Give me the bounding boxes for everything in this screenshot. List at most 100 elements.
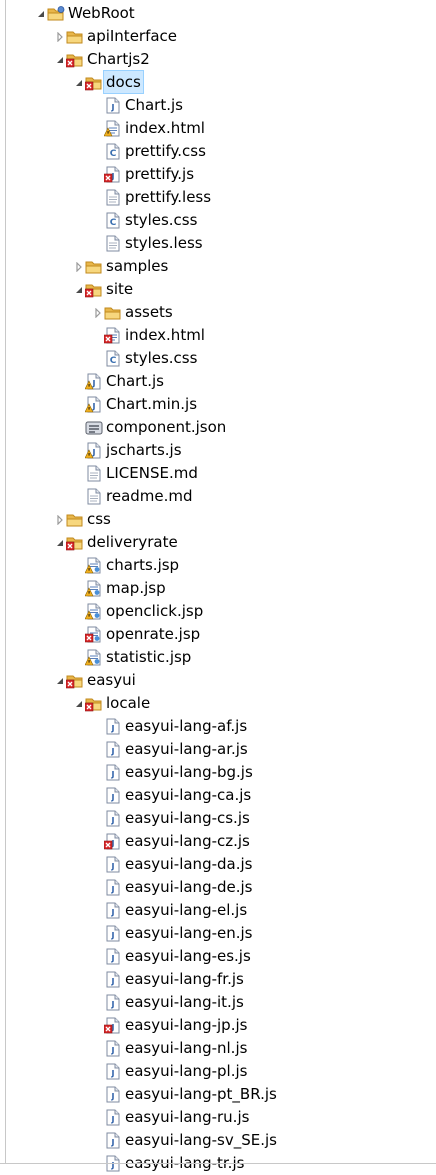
tree-item-label: easyui-lang-pl.js	[125, 1062, 248, 1080]
tree-item-label: easyui-lang-da.js	[125, 855, 253, 873]
tree-item-prettify-js[interactable]: J prettify.js	[0, 163, 436, 186]
tree-item-label: easyui-lang-en.js	[125, 924, 253, 942]
tree-item-charts-jsp[interactable]: charts.jsp	[0, 554, 436, 577]
tree-item-easyui-lang-cs-js[interactable]: Jeasyui-lang-cs.js	[0, 807, 436, 830]
tree-item-easyui-lang-nl-js[interactable]: Jeasyui-lang-nl.js	[0, 1037, 436, 1060]
javascript-file-icon: J	[104, 741, 122, 758]
tree-item-label: map.jsp	[106, 579, 166, 597]
tree-item-easyui-lang-ca-js[interactable]: Jeasyui-lang-ca.js	[0, 784, 436, 807]
tree-item-label: jscharts.js	[106, 441, 182, 459]
tree-item-chart-js[interactable]: J Chart.js	[0, 370, 436, 393]
tree-item-easyui-lang-de-js[interactable]: Jeasyui-lang-de.js	[0, 876, 436, 899]
javascript-file-error-icon: J	[104, 1017, 122, 1034]
text-file-icon	[104, 189, 122, 206]
tree-item-statistic-jsp[interactable]: statistic.jsp	[0, 646, 436, 669]
tree-item-chartjs2[interactable]: Chartjs2	[0, 48, 436, 71]
tree-item-label: styles.less	[125, 234, 203, 252]
folder-icon	[104, 304, 122, 321]
tree-item-easyui-lang-jp-js[interactable]: J easyui-lang-jp.js	[0, 1014, 436, 1037]
tree-item-docs[interactable]: docs	[0, 70, 436, 94]
tree-item-label: prettify.less	[125, 188, 212, 206]
javascript-file-icon: J	[104, 1109, 122, 1126]
tree-item-locale[interactable]: locale	[0, 692, 436, 715]
tree-item-easyui[interactable]: easyui	[0, 669, 436, 692]
tree-item-label: statistic.jsp	[106, 648, 192, 666]
expanded-arrow-icon[interactable]	[55, 55, 65, 65]
tree-item-site[interactable]: site	[0, 278, 436, 301]
tree-item-component-json[interactable]: component.json	[0, 416, 436, 439]
tree-item-label: easyui-lang-de.js	[125, 878, 253, 896]
collapsed-arrow-icon[interactable]	[55, 515, 65, 525]
tree-item-styles-css[interactable]: Cstyles.css	[0, 209, 436, 232]
tree-item-easyui-lang-pt-br-js[interactable]: Jeasyui-lang-pt_BR.js	[0, 1083, 436, 1106]
tree-item-prettify-less[interactable]: prettify.less	[0, 186, 436, 209]
tree-item-label: locale	[106, 694, 151, 712]
tree-item-styles-less[interactable]: styles.less	[0, 232, 436, 255]
jsp-file-warning-icon	[85, 557, 103, 574]
tree-item-easyui-lang-el-js[interactable]: Jeasyui-lang-el.js	[0, 899, 436, 922]
tree-item-css[interactable]: css	[0, 508, 436, 531]
tree-item-assets[interactable]: assets	[0, 301, 436, 324]
tree-item-index-html[interactable]: index.html	[0, 117, 436, 140]
expanded-arrow-icon[interactable]	[55, 538, 65, 548]
tree-item-deliveryrate[interactable]: deliveryrate	[0, 531, 436, 554]
svg-text:J: J	[111, 931, 115, 940]
jsp-file-warning-icon	[85, 603, 103, 620]
tree-item-easyui-lang-sv-se-js[interactable]: Jeasyui-lang-sv_SE.js	[0, 1129, 436, 1152]
expanded-arrow-icon[interactable]	[36, 9, 46, 19]
javascript-file-error-icon: J	[104, 166, 122, 183]
tree-item-label: assets	[125, 303, 173, 321]
tree-item-easyui-lang-en-js[interactable]: Jeasyui-lang-en.js	[0, 922, 436, 945]
tree-item-jscharts-js[interactable]: J jscharts.js	[0, 439, 436, 462]
tree-item-samples[interactable]: samples	[0, 255, 436, 278]
html-file-warning-icon	[104, 120, 122, 137]
tree-item-license-md[interactable]: LICENSE.md	[0, 462, 436, 485]
tree-item-label: prettify.css	[125, 142, 206, 160]
expanded-arrow-icon[interactable]	[74, 285, 84, 295]
collapsed-arrow-icon[interactable]	[93, 308, 103, 318]
jsp-file-warning-icon	[85, 580, 103, 597]
tree-item-easyui-lang-ru-js[interactable]: Jeasyui-lang-ru.js	[0, 1106, 436, 1129]
jsp-file-warning-icon	[85, 649, 103, 666]
tree-item-openrate-jsp[interactable]: openrate.jsp	[0, 623, 436, 646]
javascript-file-icon: J	[104, 1086, 122, 1103]
tree-item-label: readme.md	[106, 487, 193, 505]
tree-item-label: Chart.js	[106, 372, 164, 390]
tree-item-index-html[interactable]: index.html	[0, 324, 436, 347]
tree-item-webroot[interactable]: WebRoot	[0, 2, 436, 25]
tree-item-easyui-lang-cz-js[interactable]: J easyui-lang-cz.js	[0, 830, 436, 853]
tree-item-prettify-css[interactable]: Cprettify.css	[0, 140, 436, 163]
svg-text:C: C	[110, 218, 117, 228]
collapsed-arrow-icon[interactable]	[55, 32, 65, 42]
javascript-file-icon: J	[104, 1040, 122, 1057]
tree-item-easyui-lang-fr-js[interactable]: Jeasyui-lang-fr.js	[0, 968, 436, 991]
tree-item-map-jsp[interactable]: map.jsp	[0, 577, 436, 600]
tree-item-apiinterface[interactable]: apiInterface	[0, 25, 436, 48]
tree-item-label: index.html	[125, 326, 205, 344]
expanded-arrow-icon[interactable]	[74, 699, 84, 709]
collapsed-arrow-icon[interactable]	[74, 262, 84, 272]
tree-item-label: easyui-lang-cz.js	[125, 832, 250, 850]
tree-item-easyui-lang-it-js[interactable]: Jeasyui-lang-it.js	[0, 991, 436, 1014]
tree-item-easyui-lang-ar-js[interactable]: Jeasyui-lang-ar.js	[0, 738, 436, 761]
tree-item-easyui-lang-bg-js[interactable]: Jeasyui-lang-bg.js	[0, 761, 436, 784]
expanded-arrow-icon[interactable]	[74, 78, 84, 88]
tree-item-label: docs	[103, 70, 144, 94]
tree-item-label: easyui-lang-af.js	[125, 717, 248, 735]
javascript-file-icon: J	[104, 879, 122, 896]
tree-item-label: Chart.js	[125, 96, 183, 114]
tree-item-chart-min-js[interactable]: J Chart.min.js	[0, 393, 436, 416]
javascript-file-icon: J	[104, 994, 122, 1011]
tree-item-easyui-lang-af-js[interactable]: Jeasyui-lang-af.js	[0, 715, 436, 738]
folder-error-icon	[85, 74, 103, 91]
javascript-file-icon: J	[104, 971, 122, 988]
tree-item-easyui-lang-pl-js[interactable]: Jeasyui-lang-pl.js	[0, 1060, 436, 1083]
javascript-file-icon: J	[104, 902, 122, 919]
expanded-arrow-icon[interactable]	[55, 676, 65, 686]
tree-item-chart-js[interactable]: J Chart.js	[0, 94, 436, 117]
tree-item-readme-md[interactable]: readme.md	[0, 485, 436, 508]
tree-item-easyui-lang-da-js[interactable]: Jeasyui-lang-da.js	[0, 853, 436, 876]
tree-item-styles-css[interactable]: Cstyles.css	[0, 347, 436, 370]
tree-item-openclick-jsp[interactable]: openclick.jsp	[0, 600, 436, 623]
tree-item-easyui-lang-es-js[interactable]: Jeasyui-lang-es.js	[0, 945, 436, 968]
